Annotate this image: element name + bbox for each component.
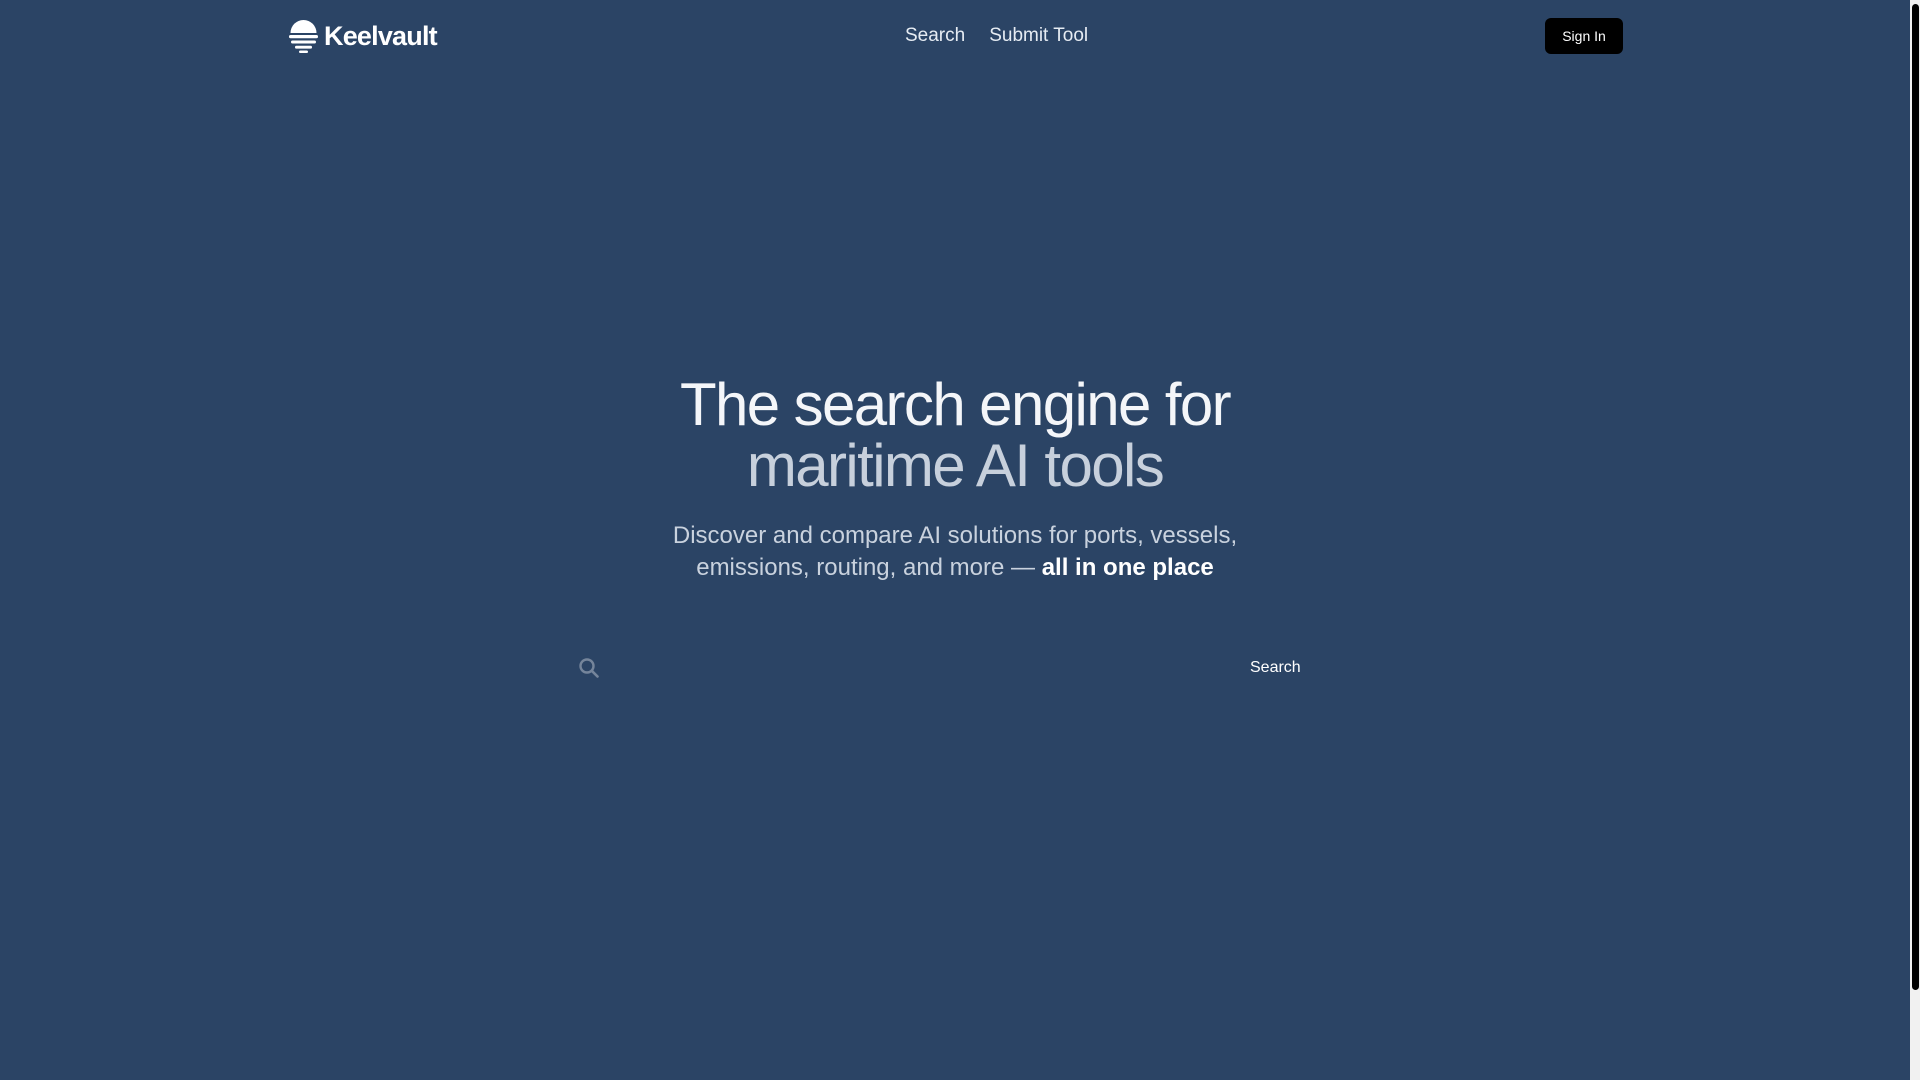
- scrollbar-thumb[interactable]: [1912, 4, 1919, 990]
- nav-link-search[interactable]: Search: [905, 24, 965, 48]
- page-scrollbar[interactable]: [1910, 0, 1920, 1080]
- hero-subtitle-line-1: Discover and compare AI solutions for po…: [672, 522, 1238, 549]
- hero-subtitle-line-2: emissions, routing, and more — all in on…: [0, 552, 1910, 584]
- sunset-waves-logo-icon: [289, 20, 318, 53]
- hero-subtitle-prefix: emissions, routing, and more —: [696, 554, 1042, 581]
- brand-logo-link[interactable]: Keelvault: [289, 20, 438, 53]
- nav-link-submit-tool[interactable]: Submit Tool: [989, 24, 1088, 48]
- search-submit-button[interactable]: Search: [1250, 654, 1301, 682]
- search-input[interactable]: [612, 648, 1172, 688]
- hero-section: The search engine for maritime AI tools …: [0, 374, 1910, 584]
- search-icon: [579, 658, 599, 678]
- sign-in-button[interactable]: Sign In: [1545, 18, 1623, 54]
- hero-title-line-1: The search engine for: [679, 371, 1232, 438]
- search-form: Search: [570, 648, 1320, 688]
- hero-subtitle: Discover and compare AI solutions for po…: [0, 520, 1910, 584]
- main-nav: Search Submit Tool: [905, 24, 1088, 48]
- site-header: Keelvault Search Submit Tool Sign In: [0, 0, 1910, 72]
- hero-subtitle-emphasis: all in one place: [1041, 554, 1214, 581]
- hero-title-line-2: maritime AI tools: [746, 432, 1165, 499]
- brand-name: Keelvault: [324, 21, 438, 51]
- hero-title: The search engine for maritime AI tools: [0, 374, 1910, 496]
